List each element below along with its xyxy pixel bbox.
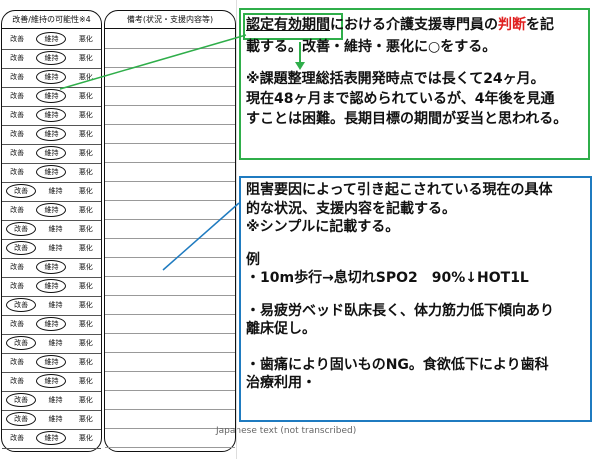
connector-lines	[59, 34, 305, 271]
green-connector-line	[59, 34, 247, 90]
green-arrow-head-icon	[295, 62, 305, 70]
blue-connector-line	[162, 202, 240, 271]
